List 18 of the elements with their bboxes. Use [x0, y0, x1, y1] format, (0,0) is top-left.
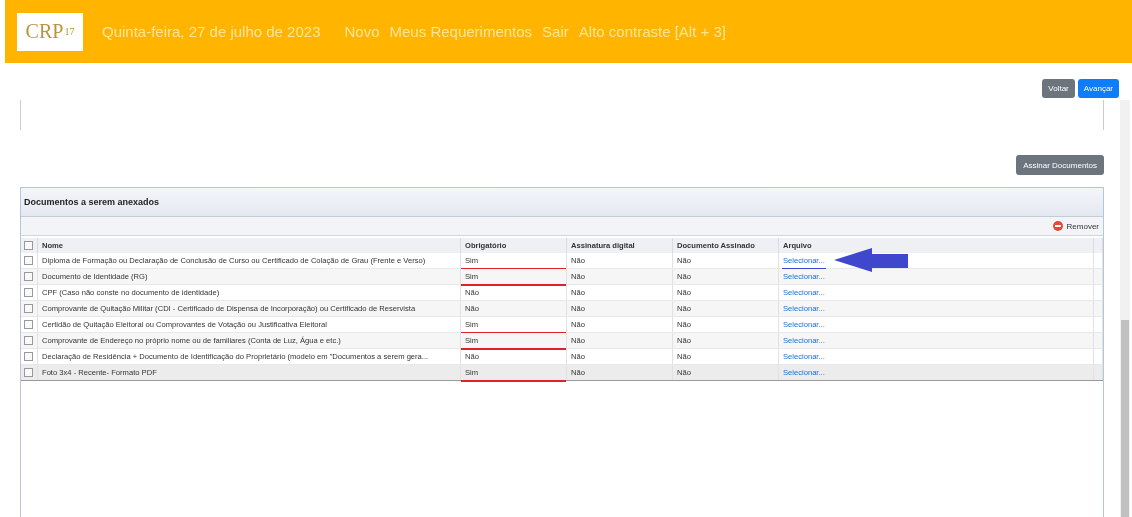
row-checkbox[interactable]: [24, 272, 33, 282]
scrollbar[interactable]: [1120, 100, 1130, 517]
sign-documents-button[interactable]: Assinar Documentos: [1016, 155, 1104, 175]
row-checkbox[interactable]: [24, 320, 33, 330]
date-text: Quinta-feira, 27 de julho de 2023: [102, 23, 321, 40]
nav-button[interactable]: Avançar: [1077, 79, 1119, 98]
select-all-checkbox[interactable]: [24, 241, 33, 251]
logo: CRP17: [17, 12, 83, 51]
row-checkbox[interactable]: [24, 352, 33, 362]
row-checkbox[interactable]: [24, 288, 33, 298]
row-checkbox[interactable]: [24, 256, 33, 266]
remove-icon: [1052, 221, 1063, 231]
remove-button[interactable]: Remover: [1052, 221, 1099, 231]
row-checkbox[interactable]: [24, 304, 33, 314]
nav-button[interactable]: Voltar: [1042, 79, 1075, 98]
row-checkbox[interactable]: [24, 336, 33, 346]
row-checkbox[interactable]: [24, 368, 33, 378]
panel-title: Documentos a serem anexados: [21, 188, 1103, 217]
